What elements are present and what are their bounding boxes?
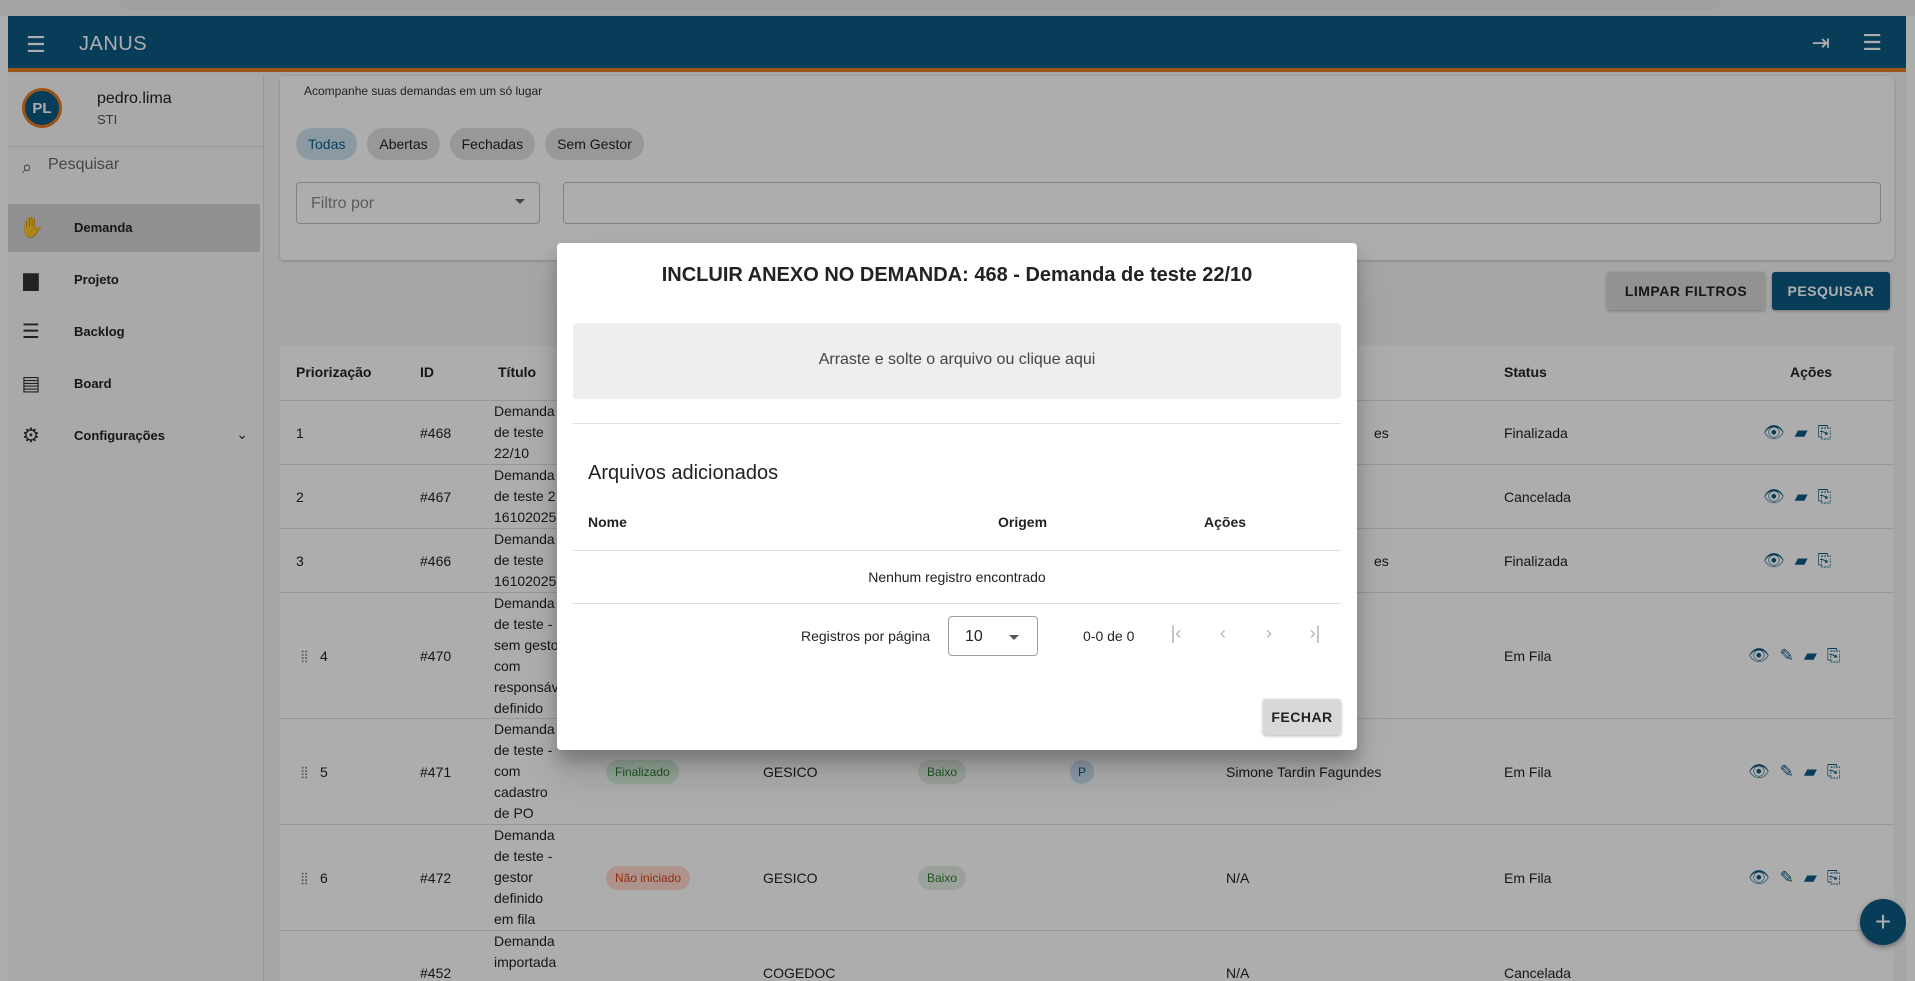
divider [573, 550, 1341, 551]
divider [573, 423, 1341, 424]
files-section-title: Arquivos adicionados [588, 462, 779, 484]
prev-page-icon[interactable]: ‹ [1211, 623, 1235, 644]
last-page-icon[interactable]: ›| [1303, 623, 1327, 644]
empty-message: Nenhum registro encontrado [868, 569, 1046, 585]
per-page-value: 10 [965, 628, 983, 645]
attachment-dialog: INCLUIR ANEXO NO DEMANDA: 468 - Demanda … [557, 243, 1357, 750]
close-button[interactable]: FECHAR [1263, 699, 1341, 735]
next-page-icon[interactable]: › [1257, 623, 1281, 644]
column-header: Nome [588, 514, 627, 530]
caret-down-icon [1009, 635, 1019, 640]
per-page-label: Registros por página [801, 628, 931, 644]
per-page-select[interactable]: 10 [948, 616, 1038, 656]
column-header: Origem [998, 514, 1048, 530]
column-header: Ações [1204, 514, 1247, 530]
divider [573, 603, 1341, 604]
file-dropzone[interactable]: Arraste e solte o arquivo ou clique aqui [573, 323, 1341, 399]
dropzone-label: Arraste e solte o arquivo ou clique aqui [818, 351, 1096, 368]
page-range: 0-0 de 0 [1083, 628, 1135, 644]
dialog-title: INCLUIR ANEXO NO DEMANDA: 468 - Demanda … [661, 264, 1253, 286]
first-page-icon[interactable]: |‹ [1164, 623, 1188, 644]
